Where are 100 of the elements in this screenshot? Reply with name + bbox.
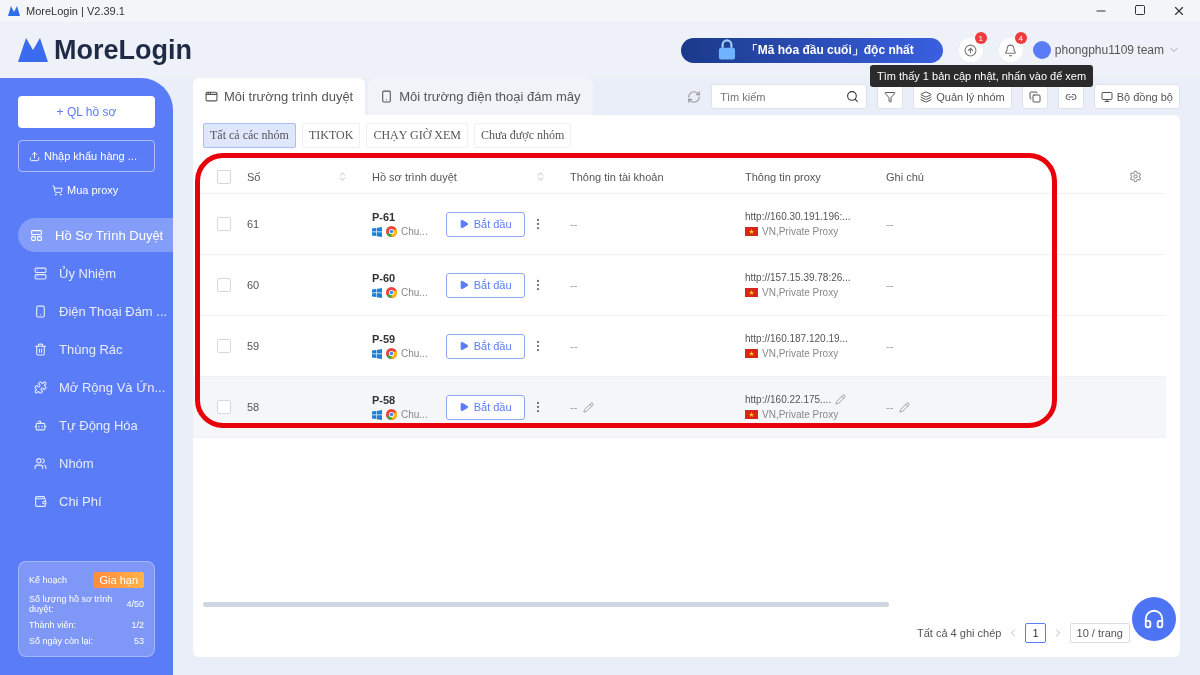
flag-icon (745, 227, 758, 236)
row-checkbox[interactable] (217, 217, 231, 231)
search-field[interactable]: Tìm kiếm (711, 84, 868, 109)
play-icon (458, 402, 469, 412)
group-chip[interactable]: TIKTOK (301, 123, 361, 148)
row-number: 58 (247, 401, 260, 413)
row-number: 59 (247, 340, 260, 352)
plan-stat-label: Số ngày còn lại: (29, 636, 94, 646)
column-header: Số (247, 170, 261, 183)
upload-icon (29, 150, 40, 162)
notification-button[interactable] (998, 38, 1023, 62)
row-checkbox[interactable] (217, 400, 231, 414)
table-row[interactable]: 58 P-58 Chu... Bắt đầu -- http://160.22.175.... VN,Private Proxy -- (193, 377, 1166, 438)
windows-icon (372, 226, 382, 237)
update-icon (964, 43, 978, 57)
import-button[interactable]: Nhập khẩu hàng ... (18, 140, 155, 172)
edit-icon[interactable] (899, 401, 911, 413)
start-button[interactable]: Bắt đầu (445, 394, 525, 420)
sidebar-item[interactable]: Ủy Nhiệm (18, 256, 173, 290)
row-checkbox[interactable] (217, 339, 231, 353)
avatar[interactable] (1032, 41, 1051, 59)
proxy-type: VN,Private Proxy (762, 348, 839, 359)
total-records: Tất cả 4 ghi chép (917, 627, 1002, 639)
start-button[interactable]: Bắt đầu (445, 272, 525, 298)
create-profile-button[interactable]: + QL hồ sơ (18, 96, 155, 128)
row-number: 61 (247, 218, 260, 230)
refresh-icon[interactable] (687, 89, 702, 104)
row-number: 60 (247, 279, 260, 291)
column-header: Hồ sơ trình duyệt (372, 170, 457, 183)
plan-stat-label: Thành viên: (29, 620, 77, 630)
windows-icon (372, 348, 382, 359)
nav-icon (34, 304, 47, 318)
group-chip[interactable]: Chưa được nhóm (473, 123, 572, 148)
start-button[interactable]: Bắt đầu (445, 333, 525, 359)
edit-icon[interactable] (835, 394, 847, 405)
play-icon (458, 341, 469, 351)
profile-name: P-61 (372, 211, 397, 223)
app-logo-icon (8, 6, 20, 16)
tab-icon (380, 90, 394, 103)
plan-stat-value: 4/50 (126, 599, 144, 609)
maximize-icon[interactable] (1134, 4, 1146, 16)
page-button[interactable]: 1 (1025, 623, 1046, 643)
play-icon (458, 280, 469, 290)
page-size-select[interactable]: 10 / trang (1069, 623, 1130, 643)
account-info: -- (570, 218, 578, 230)
support-button[interactable] (1132, 597, 1176, 641)
nav-icon (34, 266, 47, 280)
nav-icon (34, 456, 47, 470)
monitor-icon (1100, 90, 1113, 103)
tab[interactable]: Môi trường điện thoại đám mây (368, 78, 593, 115)
scrollbar[interactable] (203, 602, 889, 607)
browser-label: Chu... (401, 226, 428, 237)
row-checkbox[interactable] (217, 278, 231, 292)
update-button[interactable] (958, 38, 983, 62)
browser-label: Chu... (401, 287, 428, 298)
note-text: -- (886, 340, 894, 352)
logo-icon (18, 38, 48, 62)
group-chip[interactable]: Tất cả các nhóm (203, 123, 296, 148)
filter-icon (884, 90, 897, 103)
nav-icon (34, 380, 47, 394)
proxy-address: http://157.15.39.78:26... (745, 272, 851, 283)
app-logo: MoreLogin (54, 34, 192, 66)
group-chip[interactable]: CHẠY GIỜ XEM (366, 123, 468, 148)
browser-icon (386, 348, 397, 359)
account-info: -- (570, 279, 578, 291)
windows-icon (372, 287, 382, 298)
flag-icon (745, 288, 758, 297)
tab-icon (205, 90, 218, 103)
search-icon[interactable] (846, 90, 860, 103)
note-text: -- (886, 279, 894, 291)
column-header: Ghi chú (886, 170, 924, 183)
start-button[interactable]: Bắt đầu (445, 211, 525, 237)
profile-name: P-58 (372, 394, 397, 406)
select-all-checkbox[interactable] (217, 169, 231, 184)
proxy-address: http://160.187.120.19... (745, 333, 848, 344)
browser-icon (386, 226, 397, 237)
column-header: Thông tin proxy (745, 170, 821, 183)
nav-icon (34, 418, 47, 432)
tab[interactable]: Môi trường trình duyệt (193, 78, 366, 115)
account-info: -- (570, 340, 578, 352)
promo-banner[interactable]: 「Mã hóa đầu cuối」độc nhất (680, 37, 943, 63)
proxy-type: VN,Private Proxy (762, 226, 839, 237)
edit-icon[interactable] (583, 401, 595, 413)
plan-stat-value: 1/2 (131, 620, 144, 630)
proxy-type: VN,Private Proxy (762, 409, 839, 420)
profile-name: P-60 (372, 272, 397, 284)
copy-icon (1028, 90, 1041, 103)
cart-icon (52, 184, 63, 196)
buy-proxy-link[interactable]: Mua proxy (52, 184, 173, 196)
layers-icon (920, 90, 933, 103)
close-icon[interactable] (1172, 4, 1186, 18)
account-name[interactable]: phongphu1109 team (1054, 43, 1164, 57)
headphones-icon (1143, 608, 1165, 630)
settings-icon[interactable] (1129, 170, 1142, 183)
sort-icon[interactable] (337, 171, 348, 182)
browser-icon (386, 409, 397, 420)
nav-icon (30, 228, 43, 242)
nav-icon (34, 494, 47, 508)
sort-icon[interactable] (535, 171, 546, 182)
sync-button[interactable]: Bộ đồng bộ (1093, 84, 1180, 109)
